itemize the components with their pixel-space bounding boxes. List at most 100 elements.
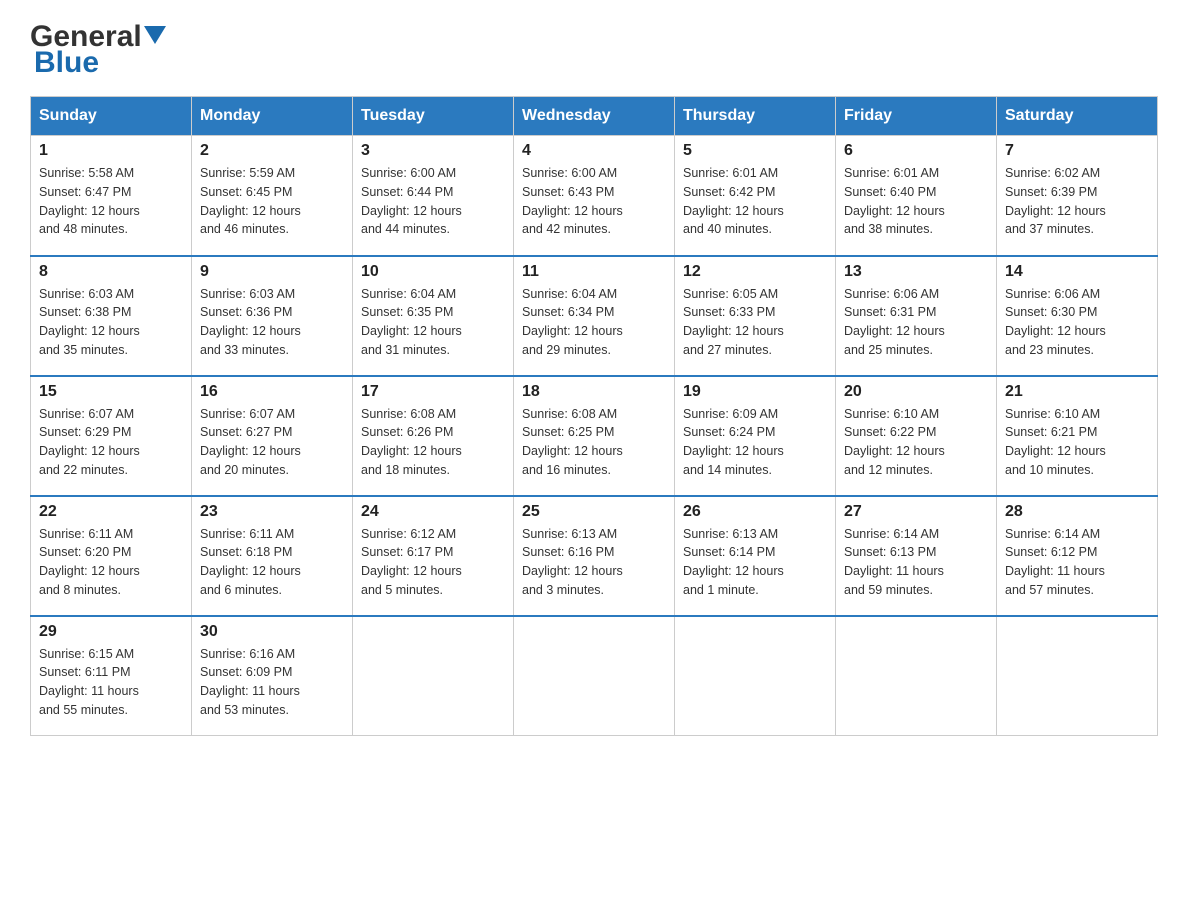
calendar-week-3: 15 Sunrise: 6:07 AMSunset: 6:29 PMDayligh… xyxy=(31,376,1158,496)
calendar-cell: 20 Sunrise: 6:10 AMSunset: 6:22 PMDayligh… xyxy=(836,376,997,496)
day-number: 12 xyxy=(683,263,827,281)
calendar-cell: 24 Sunrise: 6:12 AMSunset: 6:17 PMDayligh… xyxy=(353,496,514,616)
calendar-cell: 7 Sunrise: 6:02 AMSunset: 6:39 PMDaylight… xyxy=(997,136,1158,256)
header: General Blue xyxy=(30,20,1158,80)
calendar-cell: 26Sunrise: 6:13 AMSunset: 6:14 PMDayligh… xyxy=(675,496,836,616)
day-info: Sunrise: 6:03 AMSunset: 6:38 PMDaylight:… xyxy=(39,285,183,360)
day-number: 11 xyxy=(522,263,666,281)
calendar-cell: 19Sunrise: 6:09 AMSunset: 6:24 PMDayligh… xyxy=(675,376,836,496)
calendar-cell: 6Sunrise: 6:01 AMSunset: 6:40 PMDaylight… xyxy=(836,136,997,256)
day-number: 28 xyxy=(1005,503,1149,521)
day-number: 29 xyxy=(39,623,183,641)
day-info: Sunrise: 6:14 AMSunset: 6:13 PMDaylight:… xyxy=(844,525,988,600)
calendar-cell xyxy=(997,616,1158,736)
calendar-cell: 1 Sunrise: 5:58 AMSunset: 6:47 PMDaylight… xyxy=(31,136,192,256)
calendar-cell: 15 Sunrise: 6:07 AMSunset: 6:29 PMDayligh… xyxy=(31,376,192,496)
day-info: Sunrise: 6:11 AMSunset: 6:20 PMDaylight:… xyxy=(39,525,183,600)
day-number: 24 xyxy=(361,503,505,521)
calendar-cell xyxy=(353,616,514,736)
day-info: Sunrise: 6:02 AMSunset: 6:39 PMDaylight:… xyxy=(1005,164,1149,239)
weekday-header-thursday: Thursday xyxy=(675,97,836,136)
calendar-cell xyxy=(675,616,836,736)
day-info: Sunrise: 6:14 AMSunset: 6:12 PMDaylight:… xyxy=(1005,525,1149,600)
weekday-header-sunday: Sunday xyxy=(31,97,192,136)
calendar-cell: 16Sunrise: 6:07 AMSunset: 6:27 PMDayligh… xyxy=(192,376,353,496)
day-info: Sunrise: 6:04 AMSunset: 6:34 PMDaylight:… xyxy=(522,285,666,360)
day-number: 13 xyxy=(844,263,988,281)
day-number: 8 xyxy=(39,263,183,281)
day-info: Sunrise: 5:58 AMSunset: 6:47 PMDaylight:… xyxy=(39,164,183,239)
day-info: Sunrise: 6:16 AMSunset: 6:09 PMDaylight:… xyxy=(200,645,344,720)
day-number: 18 xyxy=(522,383,666,401)
day-number: 4 xyxy=(522,142,666,160)
calendar-cell: 3 Sunrise: 6:00 AMSunset: 6:44 PMDaylight… xyxy=(353,136,514,256)
calendar-cell: 28 Sunrise: 6:14 AMSunset: 6:12 PMDayligh… xyxy=(997,496,1158,616)
day-number: 22 xyxy=(39,503,183,521)
calendar-cell: 8 Sunrise: 6:03 AMSunset: 6:38 PMDaylight… xyxy=(31,256,192,376)
day-info: Sunrise: 6:06 AMSunset: 6:30 PMDaylight:… xyxy=(1005,285,1149,360)
calendar-week-2: 8 Sunrise: 6:03 AMSunset: 6:38 PMDaylight… xyxy=(31,256,1158,376)
day-info: Sunrise: 6:11 AMSunset: 6:18 PMDaylight:… xyxy=(200,525,344,600)
calendar-table: SundayMondayTuesdayWednesdayThursdayFrid… xyxy=(30,96,1158,736)
calendar-cell: 2 Sunrise: 5:59 AMSunset: 6:45 PMDaylight… xyxy=(192,136,353,256)
day-info: Sunrise: 6:07 AMSunset: 6:29 PMDaylight:… xyxy=(39,405,183,480)
day-number: 3 xyxy=(361,142,505,160)
day-number: 5 xyxy=(683,142,827,160)
day-info: Sunrise: 6:06 AMSunset: 6:31 PMDaylight:… xyxy=(844,285,988,360)
day-number: 27 xyxy=(844,503,988,521)
calendar-cell: 10 Sunrise: 6:04 AMSunset: 6:35 PMDayligh… xyxy=(353,256,514,376)
day-number: 15 xyxy=(39,383,183,401)
day-number: 6 xyxy=(844,142,988,160)
calendar-cell: 25 Sunrise: 6:13 AMSunset: 6:16 PMDayligh… xyxy=(514,496,675,616)
calendar-header-row: SundayMondayTuesdayWednesdayThursdayFrid… xyxy=(31,97,1158,136)
calendar-cell: 29 Sunrise: 6:15 AMSunset: 6:11 PMDayligh… xyxy=(31,616,192,736)
calendar-week-1: 1 Sunrise: 5:58 AMSunset: 6:47 PMDaylight… xyxy=(31,136,1158,256)
day-info: Sunrise: 6:00 AMSunset: 6:43 PMDaylight:… xyxy=(522,164,666,239)
calendar-cell: 13 Sunrise: 6:06 AMSunset: 6:31 PMDayligh… xyxy=(836,256,997,376)
day-number: 7 xyxy=(1005,142,1149,160)
calendar-cell: 12 Sunrise: 6:05 AMSunset: 6:33 PMDayligh… xyxy=(675,256,836,376)
day-number: 14 xyxy=(1005,263,1149,281)
day-info: Sunrise: 6:07 AMSunset: 6:27 PMDaylight:… xyxy=(200,405,344,480)
day-number: 9 xyxy=(200,263,344,281)
day-info: Sunrise: 6:04 AMSunset: 6:35 PMDaylight:… xyxy=(361,285,505,360)
calendar-cell: 30 Sunrise: 6:16 AMSunset: 6:09 PMDayligh… xyxy=(192,616,353,736)
day-number: 20 xyxy=(844,383,988,401)
day-number: 21 xyxy=(1005,383,1149,401)
day-info: Sunrise: 6:13 AMSunset: 6:16 PMDaylight:… xyxy=(522,525,666,600)
calendar-cell: 18Sunrise: 6:08 AMSunset: 6:25 PMDayligh… xyxy=(514,376,675,496)
calendar-cell: 17 Sunrise: 6:08 AMSunset: 6:26 PMDayligh… xyxy=(353,376,514,496)
calendar-cell: 11 Sunrise: 6:04 AMSunset: 6:34 PMDayligh… xyxy=(514,256,675,376)
calendar-cell: 5 Sunrise: 6:01 AMSunset: 6:42 PMDaylight… xyxy=(675,136,836,256)
day-info: Sunrise: 6:15 AMSunset: 6:11 PMDaylight:… xyxy=(39,645,183,720)
day-info: Sunrise: 6:08 AMSunset: 6:26 PMDaylight:… xyxy=(361,405,505,480)
day-number: 1 xyxy=(39,142,183,160)
calendar-week-5: 29 Sunrise: 6:15 AMSunset: 6:11 PMDayligh… xyxy=(31,616,1158,736)
calendar-cell: 4 Sunrise: 6:00 AMSunset: 6:43 PMDaylight… xyxy=(514,136,675,256)
day-info: Sunrise: 6:01 AMSunset: 6:42 PMDaylight:… xyxy=(683,164,827,239)
day-info: Sunrise: 5:59 AMSunset: 6:45 PMDaylight:… xyxy=(200,164,344,239)
weekday-header-monday: Monday xyxy=(192,97,353,136)
logo-triangle-icon xyxy=(144,26,166,44)
day-number: 2 xyxy=(200,142,344,160)
calendar-cell: 9 Sunrise: 6:03 AMSunset: 6:36 PMDaylight… xyxy=(192,256,353,376)
calendar-cell: 14 Sunrise: 6:06 AMSunset: 6:30 PMDayligh… xyxy=(997,256,1158,376)
day-info: Sunrise: 6:10 AMSunset: 6:22 PMDaylight:… xyxy=(844,405,988,480)
calendar-cell xyxy=(836,616,997,736)
day-info: Sunrise: 6:09 AMSunset: 6:24 PMDaylight:… xyxy=(683,405,827,480)
day-info: Sunrise: 6:00 AMSunset: 6:44 PMDaylight:… xyxy=(361,164,505,239)
day-number: 25 xyxy=(522,503,666,521)
calendar-cell xyxy=(514,616,675,736)
day-info: Sunrise: 6:05 AMSunset: 6:33 PMDaylight:… xyxy=(683,285,827,360)
day-info: Sunrise: 6:13 AMSunset: 6:14 PMDaylight:… xyxy=(683,525,827,600)
day-number: 17 xyxy=(361,383,505,401)
logo-blue: Blue xyxy=(34,46,99,80)
weekday-header-wednesday: Wednesday xyxy=(514,97,675,136)
day-info: Sunrise: 6:03 AMSunset: 6:36 PMDaylight:… xyxy=(200,285,344,360)
day-number: 10 xyxy=(361,263,505,281)
day-number: 30 xyxy=(200,623,344,641)
weekday-header-tuesday: Tuesday xyxy=(353,97,514,136)
calendar-cell: 23 Sunrise: 6:11 AMSunset: 6:18 PMDayligh… xyxy=(192,496,353,616)
day-info: Sunrise: 6:12 AMSunset: 6:17 PMDaylight:… xyxy=(361,525,505,600)
day-number: 23 xyxy=(200,503,344,521)
